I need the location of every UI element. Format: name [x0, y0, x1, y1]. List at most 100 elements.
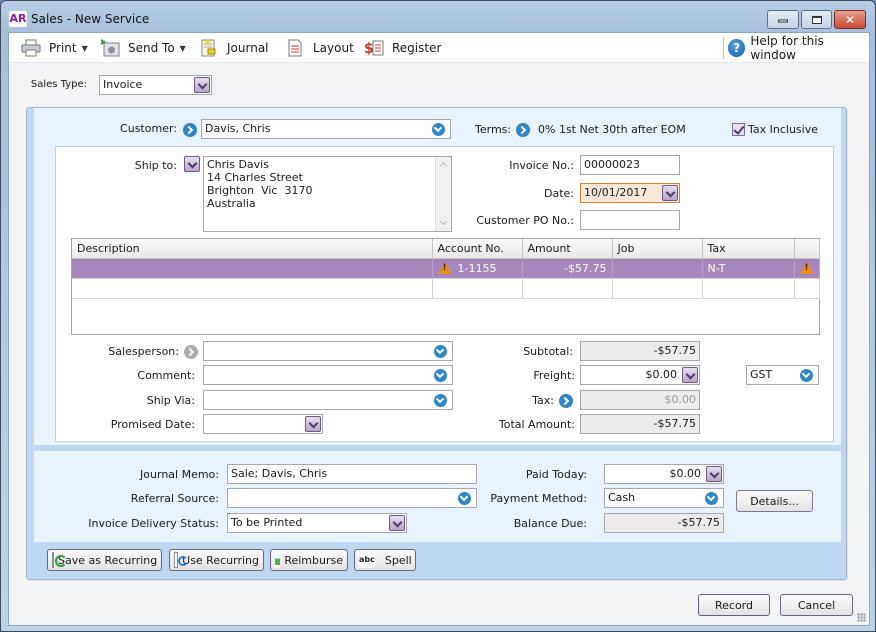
sales-type-label: Sales Type:: [30, 79, 87, 90]
ship-to-dropdown-icon[interactable]: [184, 156, 200, 172]
table-header-row: Description Account No. Amount Job Tax: [72, 239, 820, 259]
spell-button[interactable]: abc Spell: [354, 549, 416, 571]
resize-grip[interactable]: [857, 613, 866, 622]
print-button[interactable]: Print ▼: [21, 38, 88, 58]
save-as-recurring-label: Save as Recurring: [58, 553, 158, 567]
cell-amount[interactable]: -$57.75: [522, 258, 613, 279]
promised-date-dropdown-icon[interactable]: [305, 416, 321, 432]
freight-field[interactable]: $0.00: [580, 365, 700, 385]
use-recurring-icon: [174, 552, 189, 568]
row-warning-icon: [799, 261, 814, 274]
cell-description[interactable]: [72, 278, 433, 299]
minimize-button[interactable]: [767, 10, 799, 29]
terms-arrow-icon[interactable]: [516, 123, 530, 137]
table-row[interactable]: [72, 278, 820, 299]
payment-method-value: Cash: [608, 491, 636, 504]
paid-today-dropdown-icon[interactable]: [706, 466, 722, 482]
tax-label: Tax:: [532, 394, 554, 407]
table-row[interactable]: 1-1155 -$57.75 N-T: [72, 258, 820, 279]
delivery-status-value: To be Printed: [231, 516, 303, 529]
layout-button[interactable]: Layout: [285, 38, 354, 58]
cell-amount[interactable]: [522, 278, 613, 299]
details-button[interactable]: Details...: [736, 490, 813, 512]
cell-account-no[interactable]: [432, 278, 523, 299]
customer-details-arrow-icon[interactable]: [183, 123, 197, 137]
salesperson-field[interactable]: [203, 341, 453, 361]
freight-tax-code-field[interactable]: GST: [746, 365, 819, 385]
payment-method-field[interactable]: Cash: [604, 488, 724, 508]
cell-account-no[interactable]: 1-1155: [432, 258, 523, 279]
referral-source-field[interactable]: [227, 488, 477, 508]
referral-source-dropdown-icon[interactable]: [458, 492, 471, 505]
toolbar-separator: [723, 37, 724, 59]
column-header-tax[interactable]: Tax: [702, 239, 795, 259]
promised-date-field[interactable]: [203, 414, 323, 434]
reimburse-icon: [275, 552, 281, 568]
tax-inclusive-checkbox[interactable]: [732, 123, 745, 136]
cell-tax[interactable]: [702, 278, 795, 299]
customer-po-field[interactable]: [580, 210, 680, 230]
column-header-description[interactable]: Description: [72, 239, 433, 259]
paid-today-field[interactable]: $0.00: [604, 464, 724, 484]
printer-icon: [21, 39, 41, 57]
freight-dropdown-icon[interactable]: [682, 367, 698, 383]
close-button[interactable]: ✕: [834, 10, 866, 29]
cancel-button[interactable]: Cancel: [780, 594, 853, 616]
ship-to-line: 14 Charles Street: [207, 171, 303, 184]
cell-job[interactable]: [612, 258, 703, 279]
ship-to-address-field[interactable]: Chris Davis 14 Charles Street Brighton V…: [203, 156, 452, 232]
column-header-job[interactable]: Job: [612, 239, 703, 259]
cell-description[interactable]: [72, 258, 433, 279]
ship-via-dropdown-icon[interactable]: [434, 394, 447, 407]
ship-via-field[interactable]: [203, 390, 453, 410]
customer-dropdown-icon[interactable]: [432, 123, 445, 136]
customer-field[interactable]: Davis, Chris: [201, 119, 451, 139]
chevron-down-icon[interactable]: [194, 77, 210, 93]
calendar-dropdown-icon[interactable]: [662, 185, 678, 201]
invoice-details-section: Ship to: Chris Davis 14 Charles Street B…: [55, 146, 834, 442]
reimburse-button[interactable]: Reimburse: [270, 549, 348, 571]
record-button[interactable]: Record: [698, 594, 770, 616]
promised-date-label: Promised Date:: [110, 418, 195, 431]
comment-dropdown-icon[interactable]: [434, 369, 447, 382]
register-button[interactable]: $ Register: [364, 38, 441, 58]
balance-due-label: Balance Due:: [513, 517, 587, 530]
salesperson-dropdown-icon[interactable]: [434, 345, 447, 358]
send-to-icon: [100, 39, 120, 57]
cell-job[interactable]: [612, 278, 703, 299]
tax-arrow-icon[interactable]: [559, 394, 573, 408]
invoice-no-field[interactable]: 00000023: [580, 155, 680, 175]
comment-label: Comment:: [137, 369, 195, 382]
send-to-button[interactable]: Send To ▼: [100, 38, 186, 58]
maximize-button[interactable]: [801, 10, 832, 29]
send-to-dropdown-icon: ▼: [179, 43, 186, 53]
freight-label: Freight:: [533, 369, 575, 382]
spell-check-icon: abc: [359, 552, 375, 568]
comment-field[interactable]: [203, 365, 453, 385]
column-header-account-no[interactable]: Account No.: [432, 239, 523, 259]
column-header-amount[interactable]: Amount: [522, 239, 613, 259]
payment-method-label: Payment Method:: [490, 492, 587, 505]
cell-tax[interactable]: N-T: [702, 258, 795, 279]
save-as-recurring-button[interactable]: Save as Recurring: [47, 549, 162, 571]
journal-button[interactable]: Journal: [199, 38, 269, 58]
register-label: Register: [392, 41, 442, 55]
help-button[interactable]: ? Help for this window: [728, 34, 869, 62]
minimize-icon: [778, 19, 788, 23]
delivery-status-select[interactable]: To be Printed: [227, 513, 407, 533]
delivery-status-label: Invoice Delivery Status:: [88, 517, 219, 530]
customer-label: Customer:: [120, 122, 177, 135]
delivery-status-dropdown-icon[interactable]: [389, 515, 405, 531]
payment-method-dropdown-icon[interactable]: [705, 492, 718, 505]
salesperson-arrow-icon[interactable]: [184, 345, 198, 359]
total-amount-field: -$57.75: [580, 414, 700, 434]
sales-type-select[interactable]: Invoice: [99, 75, 212, 95]
balance-due-field: -$57.75: [604, 513, 724, 533]
use-recurring-button[interactable]: Use Recurring: [169, 549, 264, 571]
ship-to-line: Australia: [207, 197, 256, 210]
address-scrollbar[interactable]: [435, 157, 451, 231]
journal-memo-field[interactable]: Sale; Davis, Chris: [227, 464, 477, 484]
freight-tax-code-dropdown-icon[interactable]: [800, 369, 813, 382]
print-label: Print: [49, 41, 77, 55]
date-field[interactable]: 10/01/2017: [580, 183, 680, 203]
